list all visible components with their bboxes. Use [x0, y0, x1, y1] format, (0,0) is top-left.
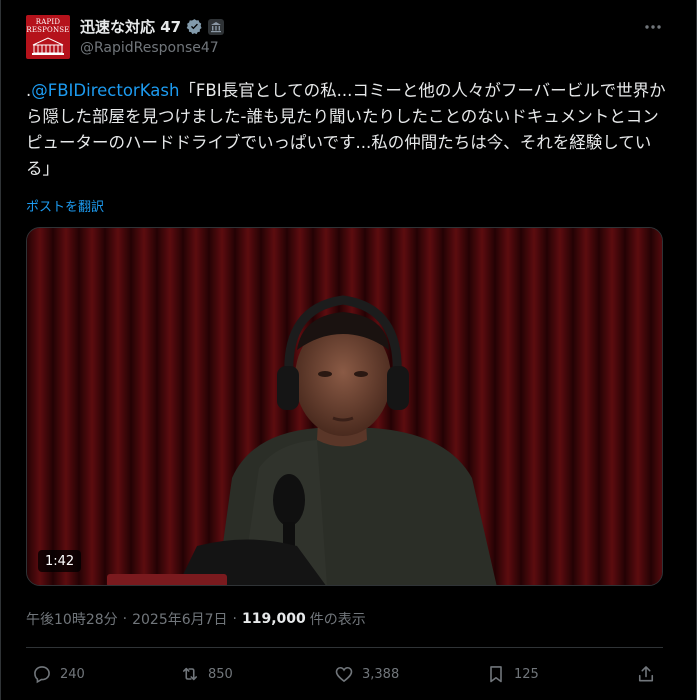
handle[interactable]: @RapidResponse47: [80, 40, 219, 56]
share-button[interactable]: [636, 664, 656, 684]
bookmark-count: 125: [514, 666, 539, 682]
mention-link[interactable]: @FBIDirectorKash: [31, 81, 179, 100]
repost-button[interactable]: 850: [180, 664, 233, 684]
post-date[interactable]: 2025年6月7日: [132, 609, 227, 629]
heart-icon: [335, 666, 353, 683]
meta-separator: ·: [232, 611, 237, 627]
reply-count: 240: [60, 666, 85, 682]
reply-button[interactable]: 240: [32, 664, 85, 684]
more-icon[interactable]: [643, 17, 663, 37]
like-button[interactable]: 3,388: [334, 664, 399, 684]
divider: [26, 647, 663, 648]
white-house-logo-icon: [32, 37, 64, 55]
action-bar: 240 850 3,388 125: [26, 664, 666, 690]
post-text: .@FBIDirectorKash「FBI長官としての私...コミーと他の人々が…: [26, 78, 666, 182]
frame-border-left: [0, 0, 1, 700]
avatar-text-line1: RAPID: [35, 18, 61, 26]
repost-icon: [182, 667, 198, 681]
verified-badge-icon[interactable]: [186, 18, 203, 35]
bookmark-icon: [490, 666, 502, 683]
views-count: 119,000: [242, 611, 306, 627]
reply-icon: [34, 666, 50, 684]
video-player[interactable]: [26, 227, 663, 586]
meta-separator: ·: [122, 611, 128, 627]
post-time[interactable]: 午後10時28分: [26, 609, 118, 629]
repost-count: 850: [208, 666, 233, 682]
video-thumbnail: [27, 228, 662, 585]
post-meta: 午後10時28分 · 2025年6月7日 · 119,000 件の表示: [26, 609, 366, 629]
share-icon: [638, 666, 654, 682]
like-count: 3,388: [362, 666, 400, 682]
avatar[interactable]: RAPID RESPONSE: [26, 15, 70, 59]
video-duration-badge: 1:42: [38, 550, 82, 572]
bookmark-button[interactable]: 125: [486, 664, 539, 684]
display-name[interactable]: 迅速な対応 47: [80, 16, 181, 37]
views-label: 件の表示: [309, 612, 366, 628]
translate-post-link[interactable]: ポストを翻訳: [26, 196, 104, 215]
government-building-icon[interactable]: [208, 18, 225, 35]
author-name-row: 迅速な対応 47: [80, 16, 225, 37]
avatar-text-line2: RESPONSE: [26, 26, 70, 34]
